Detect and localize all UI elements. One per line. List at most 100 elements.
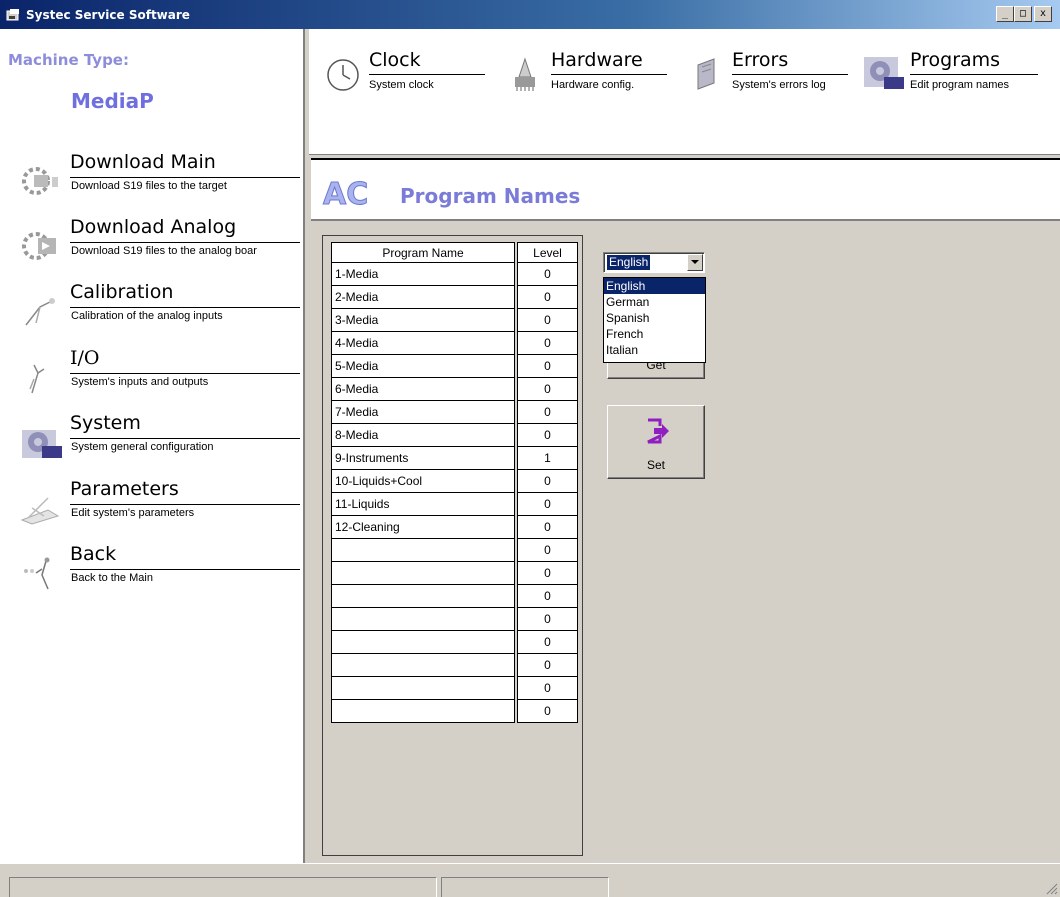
sidebar-item-download-main[interactable]: Download Main Download S19 files to the … xyxy=(0,151,300,205)
ac-logo-text: AC xyxy=(323,177,368,212)
app-title: Systec Service Software xyxy=(26,7,190,22)
level-cell[interactable]: 0 xyxy=(517,538,578,562)
sidebar-item-calibration[interactable]: Calibration Calibration of the analog in… xyxy=(0,281,300,335)
toolbar-item-programs[interactable]: Programs Edit program names xyxy=(862,49,1042,109)
program-name-cell[interactable] xyxy=(331,584,515,608)
level-cell[interactable]: 0 xyxy=(517,331,578,355)
toolbar-item-hardware[interactable]: Hardware Hardware config. xyxy=(503,49,673,109)
toolbar-item-clock[interactable]: Clock System clock xyxy=(321,49,491,109)
level-cell[interactable]: 0 xyxy=(517,653,578,677)
program-name-cell[interactable]: 3-Media xyxy=(331,308,515,332)
top-toolbar: Clock System clock Hardware Hardware con… xyxy=(309,29,1060,155)
language-option[interactable]: Spanish xyxy=(604,310,705,326)
level-cell[interactable]: 0 xyxy=(517,469,578,493)
table-row: 0 xyxy=(331,653,578,677)
level-cell[interactable]: 0 xyxy=(517,699,578,723)
sidebar-item-io[interactable]: I/O System's inputs and outputs xyxy=(0,347,300,401)
maximize-button[interactable]: □ xyxy=(1014,6,1032,22)
left-panel: Machine Type: MediaP Download Main Downl… xyxy=(0,29,305,863)
sidebar-item-subtitle: Download S19 files to the target xyxy=(71,180,227,192)
level-cell[interactable]: 0 xyxy=(517,354,578,378)
set-arrow-icon xyxy=(645,418,671,444)
level-cell[interactable]: 0 xyxy=(517,262,578,286)
language-option[interactable]: German xyxy=(604,294,705,310)
level-cell[interactable]: 0 xyxy=(517,308,578,332)
table-row: 9-Instruments 1 xyxy=(331,446,578,470)
sidebar-item-subtitle: System general configuration xyxy=(71,441,214,453)
level-cell[interactable]: 0 xyxy=(517,492,578,516)
machine-type-label: Machine Type: xyxy=(8,51,129,69)
program-name-cell[interactable]: 12-Cleaning xyxy=(331,515,515,539)
level-cell[interactable]: 1 xyxy=(517,446,578,470)
program-name-cell[interactable]: 6-Media xyxy=(331,377,515,401)
sidebar-item-subtitle: System's inputs and outputs xyxy=(71,376,209,388)
program-name-cell[interactable]: 11-Liquids xyxy=(331,492,515,516)
program-name-cell[interactable]: 1-Media xyxy=(331,262,515,286)
program-name-cell[interactable] xyxy=(331,538,515,562)
program-name-cell[interactable] xyxy=(331,630,515,654)
column-header-level: Level xyxy=(517,242,578,263)
divider xyxy=(70,177,300,178)
language-option[interactable]: English xyxy=(604,278,705,294)
program-name-cell[interactable]: 4-Media xyxy=(331,331,515,355)
errors-icon xyxy=(684,53,728,93)
level-cell[interactable]: 0 xyxy=(517,400,578,424)
back-icon xyxy=(18,555,66,591)
program-name-cell[interactable]: 10-Liquids+Cool xyxy=(331,469,515,493)
sidebar-item-back[interactable]: Back Back to the Main xyxy=(0,543,300,597)
minimize-button[interactable]: _ xyxy=(996,6,1014,22)
sidebar-item-title: Calibration xyxy=(70,281,174,303)
divider xyxy=(551,74,667,75)
toolbar-item-subtitle: System's errors log xyxy=(732,79,826,91)
table-row: 8-Media 0 xyxy=(331,423,578,447)
language-dropdown-list: English German Spanish French Italian xyxy=(603,277,706,363)
level-cell[interactable]: 0 xyxy=(517,584,578,608)
level-cell[interactable]: 0 xyxy=(517,630,578,654)
language-option[interactable]: French xyxy=(604,326,705,342)
level-cell[interactable]: 0 xyxy=(517,676,578,700)
level-cell[interactable]: 0 xyxy=(517,561,578,585)
main-area: Program Name Level 1-Media 0 2-Media 0 3-Med… xyxy=(311,221,1060,863)
page-title: Program Names xyxy=(400,184,581,208)
program-name-cell[interactable] xyxy=(331,676,515,700)
program-name-cell[interactable]: 9-Instruments xyxy=(331,446,515,470)
table-row: 0 xyxy=(331,630,578,654)
toolbar-item-subtitle: Hardware config. xyxy=(551,79,635,91)
program-name-cell[interactable] xyxy=(331,699,515,723)
program-name-cell[interactable] xyxy=(331,653,515,677)
program-name-cell[interactable]: 8-Media xyxy=(331,423,515,447)
level-cell[interactable]: 0 xyxy=(517,285,578,309)
level-cell[interactable]: 0 xyxy=(517,377,578,401)
toolbar-item-errors[interactable]: Errors System's errors log xyxy=(684,49,854,109)
resize-grip-icon[interactable] xyxy=(1044,881,1058,895)
program-name-cell[interactable] xyxy=(331,607,515,631)
level-cell[interactable]: 0 xyxy=(517,515,578,539)
page-header: AC Program Names xyxy=(311,158,1060,221)
language-select[interactable]: English xyxy=(603,252,705,273)
download-analog-icon xyxy=(18,228,66,264)
table-row: 7-Media 0 xyxy=(331,400,578,424)
program-name-cell[interactable] xyxy=(331,561,515,585)
gear-icon xyxy=(862,53,906,93)
program-name-cell[interactable]: 5-Media xyxy=(331,354,515,378)
sidebar-item-title: Parameters xyxy=(70,478,179,500)
sidebar-item-download-analog[interactable]: Download Analog Download S19 files to th… xyxy=(0,216,300,270)
io-icon xyxy=(18,359,66,395)
status-pane-1 xyxy=(9,877,437,897)
close-button[interactable]: x xyxy=(1034,6,1052,22)
program-name-cell[interactable]: 2-Media xyxy=(331,285,515,309)
chevron-down-icon[interactable] xyxy=(687,254,703,271)
divider xyxy=(70,373,300,374)
language-option[interactable]: Italian xyxy=(604,342,705,358)
toolbar-item-title: Errors xyxy=(732,49,789,71)
sidebar-item-parameters[interactable]: Parameters Edit system's parameters xyxy=(0,478,300,532)
program-name-cell[interactable]: 7-Media xyxy=(331,400,515,424)
toolbar-item-title: Programs xyxy=(910,49,1001,71)
sidebar-item-subtitle: Calibration of the analog inputs xyxy=(71,310,223,322)
hardware-icon xyxy=(503,53,547,93)
table-row: 6-Media 0 xyxy=(331,377,578,401)
sidebar-item-system[interactable]: System System general configuration xyxy=(0,412,300,466)
level-cell[interactable]: 0 xyxy=(517,423,578,447)
level-cell[interactable]: 0 xyxy=(517,607,578,631)
set-button[interactable]: Set xyxy=(607,405,705,479)
